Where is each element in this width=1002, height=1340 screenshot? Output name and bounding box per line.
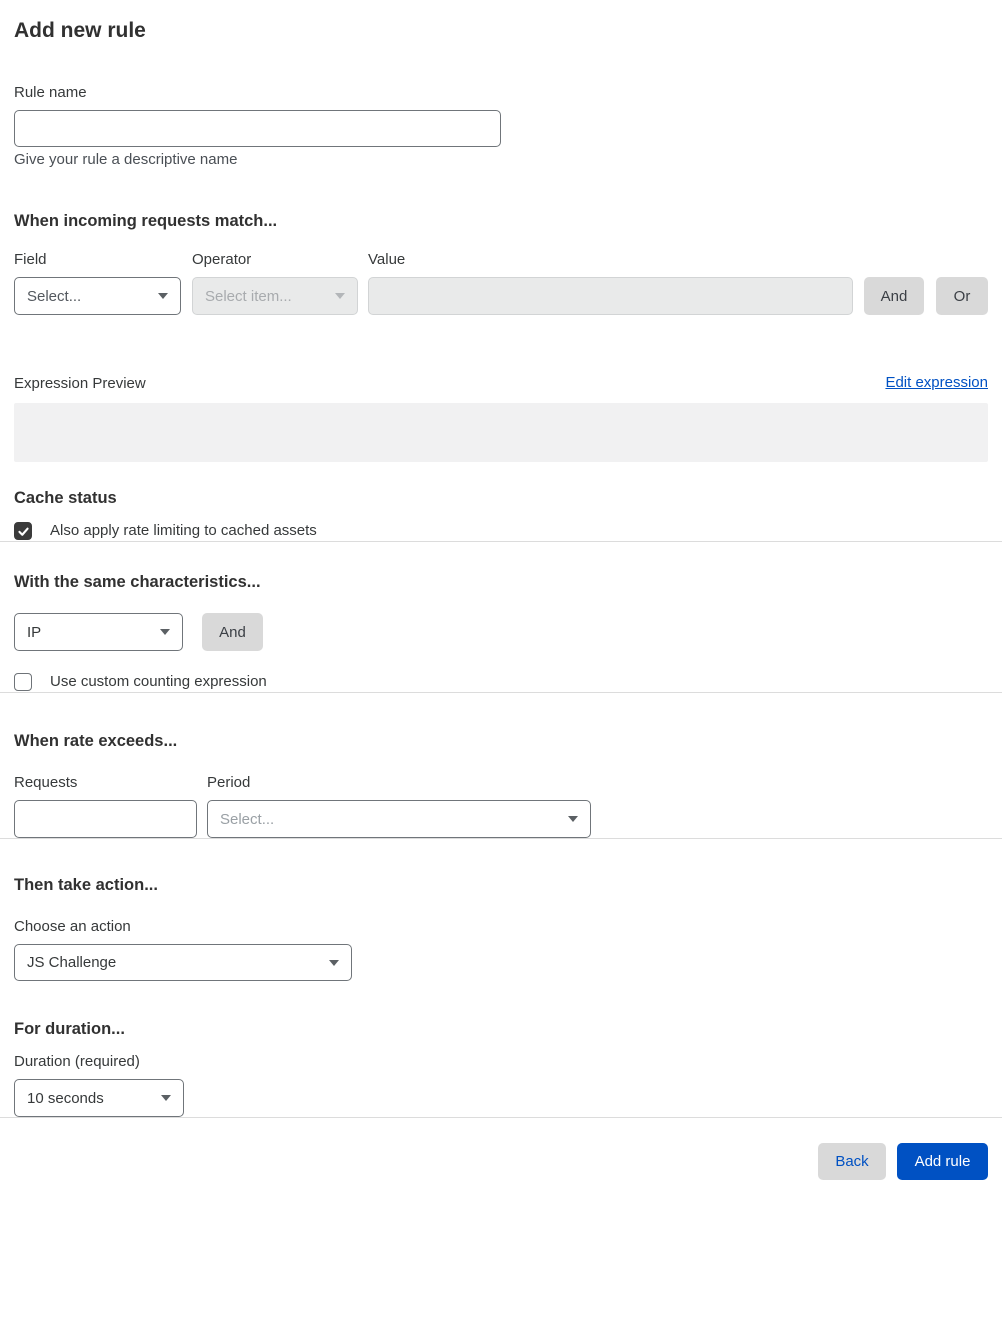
action-section-heading: Then take action... [14, 876, 158, 894]
section-divider [0, 541, 1002, 542]
operator-select[interactable]: Select item... [192, 277, 358, 315]
duration-label: Duration (required) [14, 1053, 140, 1070]
cache-status-checkbox[interactable] [14, 522, 32, 540]
rate-section-heading: When rate exceeds... [14, 732, 178, 750]
chevron-down-icon [329, 959, 339, 966]
period-select-value: Select... [220, 810, 275, 828]
section-divider [0, 838, 1002, 839]
or-button[interactable]: Or [936, 277, 988, 315]
section-divider [0, 692, 1002, 693]
rule-name-helper: Give your rule a descriptive name [14, 151, 238, 168]
field-label: Field [14, 251, 47, 268]
custom-counting-row: Use custom counting expression [14, 672, 988, 692]
period-select[interactable]: Select... [207, 800, 591, 838]
choose-action-label: Choose an action [14, 918, 131, 935]
field-select-value: Select... [27, 287, 82, 305]
chevron-down-icon [158, 293, 168, 299]
characteristic-select[interactable]: IP [14, 613, 183, 651]
cache-status-heading: Cache status [14, 489, 117, 507]
characteristics-row: IP And [14, 613, 988, 651]
match-expression-row: Field Select... Operator Select item... … [14, 251, 988, 315]
back-button[interactable]: Back [818, 1143, 886, 1180]
requests-input[interactable] [14, 800, 197, 838]
add-rule-button[interactable]: Add rule [897, 1143, 988, 1180]
duration-select[interactable]: 10 seconds [14, 1079, 184, 1117]
requests-label: Requests [14, 774, 78, 791]
footer-actions: Back Add rule [14, 1143, 988, 1180]
operator-label: Operator [192, 251, 252, 268]
footer-divider [0, 1117, 1002, 1118]
rule-name-input[interactable] [14, 110, 501, 147]
check-icon [17, 527, 29, 536]
cache-status-checkbox-label: Also apply rate limiting to cached asset… [50, 522, 317, 539]
action-select[interactable]: JS Challenge [14, 944, 352, 981]
duration-select-value: 10 seconds [27, 1089, 104, 1107]
characteristic-select-value: IP [27, 623, 42, 641]
and-button[interactable]: And [864, 277, 924, 315]
chevron-down-icon [568, 816, 578, 822]
custom-counting-checkbox[interactable] [14, 673, 32, 691]
value-input[interactable] [368, 277, 853, 315]
period-label: Period [207, 774, 251, 791]
match-section-heading: When incoming requests match... [14, 212, 278, 230]
rule-name-label: Rule name [14, 84, 87, 101]
rule-name-block: Rule name Give your rule a descriptive n… [14, 84, 988, 169]
operator-select-value: Select item... [205, 287, 292, 305]
custom-counting-checkbox-label: Use custom counting expression [50, 673, 267, 690]
add-rule-form: Add new rule Rule name Give your rule a … [0, 0, 1002, 541]
rate-row: Requests Period Select... [14, 774, 988, 838]
field-select[interactable]: Select... [14, 277, 181, 315]
edit-expression-link[interactable]: Edit expression [885, 373, 988, 393]
page-title: Add new rule [14, 19, 146, 42]
characteristics-and-button[interactable]: And [202, 613, 263, 651]
chevron-down-icon [160, 629, 170, 635]
expression-preview-header: Expression Preview Edit expression [14, 373, 988, 393]
chevron-down-icon [335, 293, 345, 299]
action-select-value: JS Challenge [27, 954, 117, 971]
cache-status-row: Also apply rate limiting to cached asset… [14, 521, 988, 541]
expression-preview-label: Expression Preview [14, 375, 146, 392]
value-label: Value [368, 251, 406, 268]
chevron-down-icon [161, 1095, 171, 1101]
expression-preview-box [14, 403, 988, 462]
characteristics-heading: With the same characteristics... [14, 573, 261, 591]
duration-section-heading: For duration... [14, 1020, 125, 1038]
